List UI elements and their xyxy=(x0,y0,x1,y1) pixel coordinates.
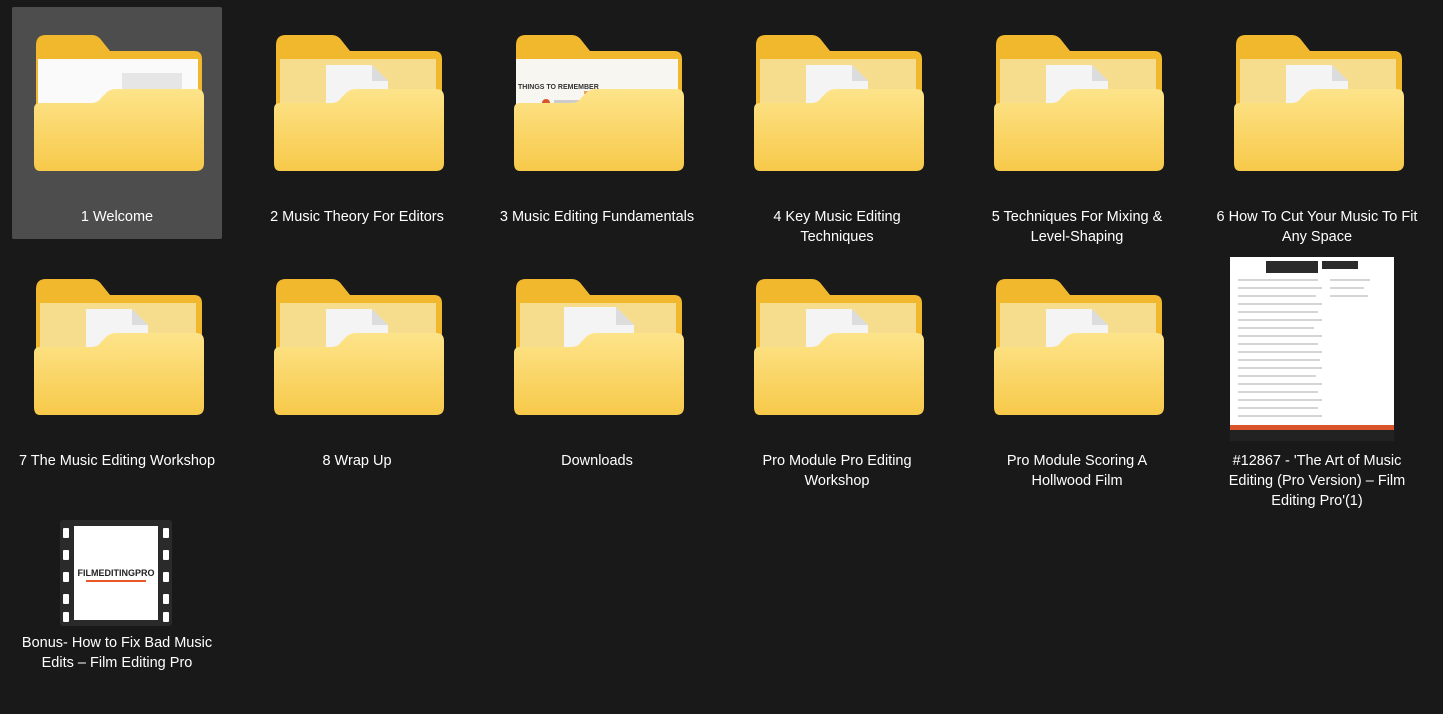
video-file-item[interactable]: FILMEDITINGPRO Bonus- How to Fix Bad Mus… xyxy=(12,513,222,709)
item-name: 2 Music Theory For Editors xyxy=(270,209,444,225)
video-thumbnail-icon: FILMEDITINGPRO xyxy=(60,520,172,626)
item-name: 6 How To Cut Your Music To Fit Any Space xyxy=(1216,209,1418,245)
item-name: 3 Music Editing Fundamentals xyxy=(499,209,695,225)
folder-item[interactable]: Pro Module Scoring A Hollwood Film xyxy=(972,251,1182,489)
folder-icon xyxy=(994,35,1164,171)
item-name: 1 Welcome xyxy=(80,209,154,225)
item-name: 7 The Music Editing Workshop xyxy=(18,453,216,469)
item-name: 5 Techniques For Mixing & Level-Shaping xyxy=(991,209,1163,245)
item-name: Pro Module Scoring A Hollwood Film xyxy=(1006,453,1148,489)
folder-item[interactable]: 4 Key Music Editing Techniques xyxy=(732,7,942,245)
folder-icon xyxy=(754,279,924,415)
folder-icon xyxy=(34,35,204,171)
folder-item[interactable]: THINGS TO REMEMBER 3 Music Editing Funda… xyxy=(492,7,702,239)
item-name: #12867 - 'The Art of Music Editing (Pro … xyxy=(1228,453,1406,509)
folder-icon: THINGS TO REMEMBER xyxy=(514,35,684,171)
item-name: 8 Wrap Up xyxy=(322,453,392,469)
folder-item[interactable]: 5 Techniques For Mixing & Level-Shaping xyxy=(972,7,1182,245)
folder-item[interactable]: Downloads xyxy=(492,251,702,483)
folder-icon xyxy=(274,279,444,415)
folder-item[interactable]: 6 How To Cut Your Music To Fit Any Space xyxy=(1212,7,1422,245)
folder-icon xyxy=(514,279,684,415)
folder-icon xyxy=(34,279,204,415)
item-name: Downloads xyxy=(561,453,633,469)
item-name: 4 Key Music Editing Techniques xyxy=(773,209,901,245)
folder-item[interactable]: 1 Welcome xyxy=(12,7,222,239)
folder-icon xyxy=(1234,35,1404,171)
folder-item[interactable]: 8 Wrap Up xyxy=(252,251,462,483)
folder-icon xyxy=(274,35,444,171)
webpage-thumbnail-icon xyxy=(1230,257,1394,441)
logo-text: FILMEDITINGPRO xyxy=(78,568,155,578)
folder-icon xyxy=(994,279,1164,415)
folder-item[interactable]: 7 The Music Editing Workshop xyxy=(12,251,222,483)
slide-heading: THINGS TO REMEMBER xyxy=(518,84,599,91)
folder-item[interactable]: 2 Music Theory For Editors xyxy=(252,7,462,239)
image-file-item[interactable]: #12867 - 'The Art of Music Editing (Pro … xyxy=(1212,251,1422,513)
file-grid: 1 Welcome 2 Music Theory For Editors THI… xyxy=(0,0,1443,714)
item-name: Bonus- How to Fix Bad Music Edits – Film… xyxy=(21,635,213,671)
folder-icon xyxy=(754,35,924,171)
folder-item[interactable]: Pro Module Pro Editing Workshop xyxy=(732,251,942,489)
item-name: Pro Module Pro Editing Workshop xyxy=(762,453,912,489)
